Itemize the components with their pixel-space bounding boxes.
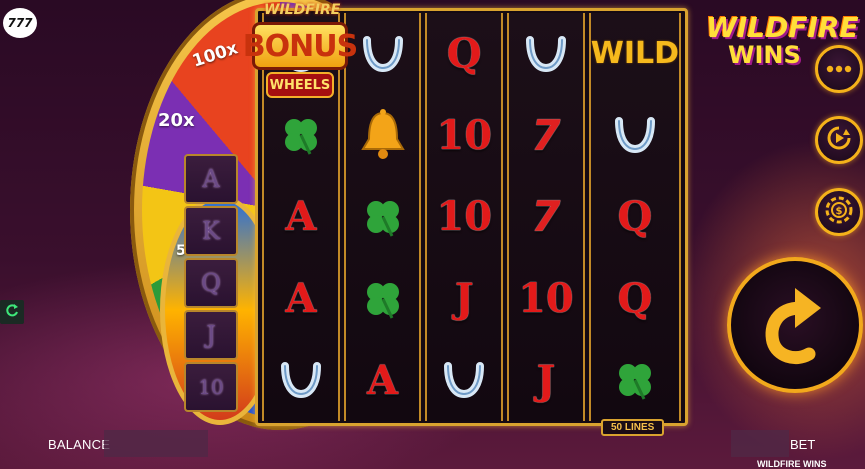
horseshoe-icon bbox=[591, 95, 679, 177]
spin-button[interactable] bbox=[727, 257, 863, 393]
reel-3: Q 10 10 J bbox=[425, 13, 504, 421]
bet-value[interactable] bbox=[731, 430, 789, 457]
reel-symbol: J bbox=[536, 356, 556, 404]
balance-value bbox=[104, 430, 208, 457]
reel-symbol: A bbox=[285, 275, 317, 323]
horseshoe-icon bbox=[427, 339, 501, 421]
reel-symbol: Q bbox=[617, 275, 653, 323]
card-tile-10: 10 bbox=[184, 362, 238, 412]
card-tile-j: J bbox=[184, 310, 238, 360]
menu-button[interactable] bbox=[815, 45, 863, 93]
clover-icon bbox=[346, 176, 420, 258]
reel-symbol: J bbox=[454, 275, 474, 323]
card-symbol-stack: A K Q J 10 bbox=[184, 154, 238, 414]
chip-icon: $ bbox=[825, 196, 853, 229]
clover-icon bbox=[591, 339, 679, 421]
svg-text:$: $ bbox=[836, 206, 843, 217]
game-logo-wins: WINS bbox=[728, 41, 801, 69]
reel-symbol: WILD bbox=[590, 36, 680, 72]
horseshoe-icon bbox=[264, 339, 338, 421]
card-tile-a: A bbox=[184, 154, 238, 204]
wheel-label-20x: 20x bbox=[158, 110, 195, 131]
refresh-icon bbox=[4, 302, 20, 323]
horseshoe-icon bbox=[509, 13, 583, 95]
logo-777: 777 bbox=[3, 8, 37, 38]
reel-symbol: A bbox=[367, 356, 399, 404]
spin-icon bbox=[755, 278, 835, 373]
lines-badge: 50 LINES bbox=[601, 419, 665, 436]
reel-symbol: A bbox=[285, 193, 317, 241]
balance-label: BALANCE bbox=[48, 437, 111, 452]
clover-icon bbox=[346, 258, 420, 340]
bonus-logo-wildfire: WILDFIRE bbox=[264, 2, 341, 18]
reel-symbol: 10 bbox=[436, 111, 493, 159]
reel-symbol: Q bbox=[446, 30, 482, 78]
reel-4: 7 7 10 J bbox=[507, 13, 585, 421]
game-logo-wildfire: WILDFIRE bbox=[706, 11, 859, 44]
game-name: WILDFIRE WINS bbox=[757, 459, 827, 469]
game-logo: WILDFIRE WINS bbox=[706, 11, 859, 69]
bell-icon bbox=[346, 95, 420, 177]
bonus-logo-bonus: BONUS bbox=[243, 22, 358, 70]
reel-2: A bbox=[343, 13, 422, 421]
card-tile-k: K bbox=[184, 206, 238, 256]
bonus-logo-wheels: WHEELS bbox=[266, 72, 334, 98]
reel-symbol: 10 bbox=[518, 275, 574, 323]
bet-label: BET bbox=[790, 437, 816, 452]
reel-5: WILD Q Q bbox=[588, 13, 682, 421]
refresh-button[interactable] bbox=[0, 300, 24, 324]
bonus-wheels-logo: WILDFIRE BONUS WHEELS bbox=[243, 0, 358, 104]
reel-symbol: 10 bbox=[436, 193, 493, 241]
bet-settings-button[interactable]: $ bbox=[815, 188, 863, 236]
reel-symbol: 7 bbox=[531, 110, 561, 160]
autoplay-icon bbox=[826, 125, 852, 156]
reel-symbol: Q bbox=[617, 193, 653, 241]
autoplay-button[interactable] bbox=[815, 116, 863, 164]
card-tile-q: Q bbox=[184, 258, 238, 308]
menu-icon bbox=[826, 60, 852, 78]
reel-symbol: 7 bbox=[531, 192, 561, 242]
clover-icon bbox=[264, 95, 338, 177]
